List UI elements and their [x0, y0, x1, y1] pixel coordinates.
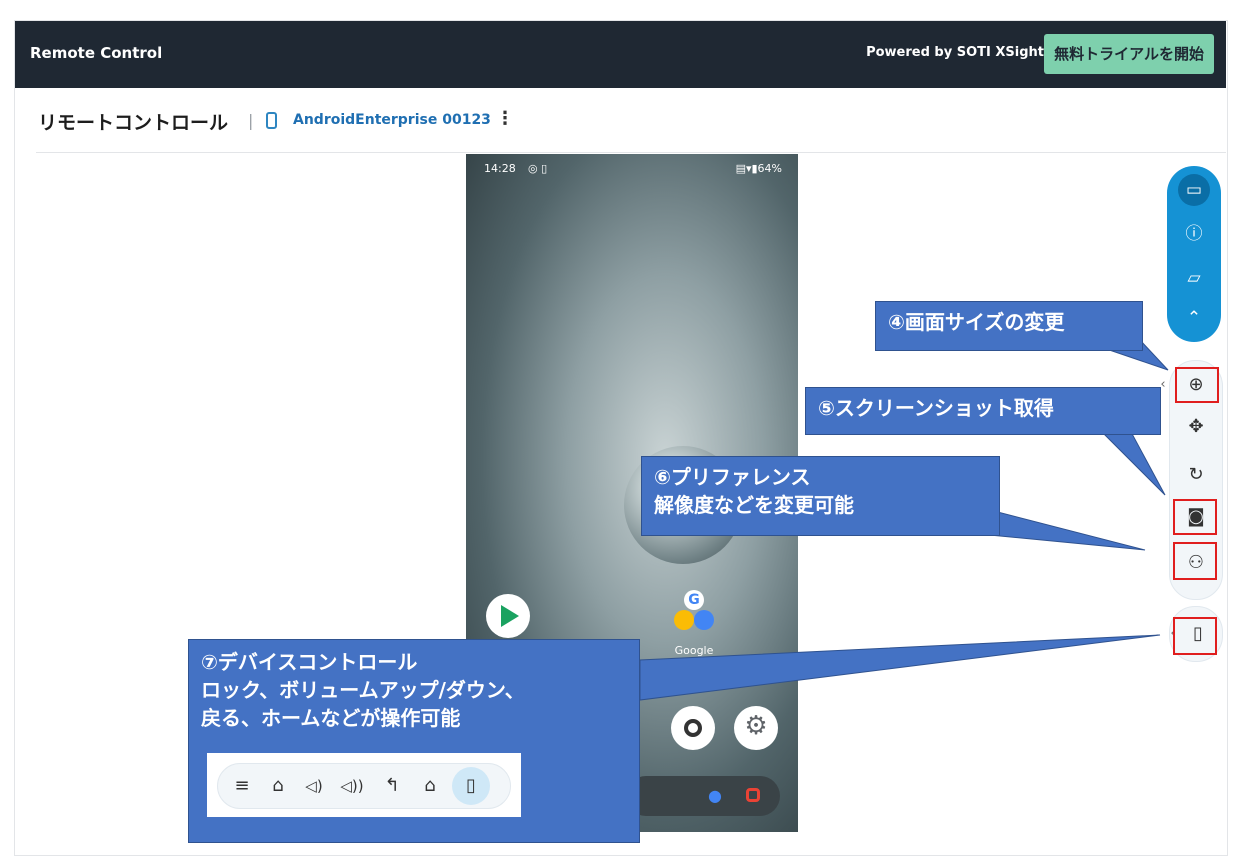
callout-7-pointer — [639, 634, 1161, 701]
callout-zoom-text: ④画面サイズの変更 — [888, 310, 1065, 334]
callout-preferences-line2: 解像度などを変更可能 — [654, 493, 854, 517]
callout-device-control-line2: ロック、ボリュームアップ/ダウン、 — [201, 678, 525, 702]
callout-device-control-line3: 戻る、ホームなどが操作可能 — [201, 706, 461, 730]
callout-screenshot-text: ⑤スクリーンショット取得 — [818, 396, 1054, 420]
device-control-bar: ≡ ⌂ ◁) ◁)) ↰ ⌂ ▯ — [217, 763, 511, 809]
callout-6-pointer — [989, 509, 1146, 551]
callout-preferences-line1: ⑥プリファレンス — [654, 465, 811, 489]
device-control-inset: ≡ ⌂ ◁) ◁)) ↰ ⌂ ▯ — [207, 753, 521, 817]
menu-icon[interactable]: ≡ — [226, 770, 258, 802]
lock-icon[interactable]: ⌂ — [262, 770, 294, 802]
volume-up-icon[interactable]: ◁)) — [336, 770, 368, 802]
callout-preferences: ⑥プリファレンス 解像度などを変更可能 — [641, 456, 1000, 536]
callout-device-control-line1: ⑦デバイスコントロール — [201, 650, 418, 674]
callout-zoom: ④画面サイズの変更 — [875, 301, 1143, 351]
back-icon[interactable]: ↰ — [376, 770, 408, 802]
callout-screenshot: ⑤スクリーンショット取得 — [805, 387, 1161, 435]
volume-down-icon[interactable]: ◁) — [298, 770, 330, 802]
device-icon[interactable]: ▯ — [452, 767, 490, 805]
home-icon[interactable]: ⌂ — [414, 770, 446, 802]
